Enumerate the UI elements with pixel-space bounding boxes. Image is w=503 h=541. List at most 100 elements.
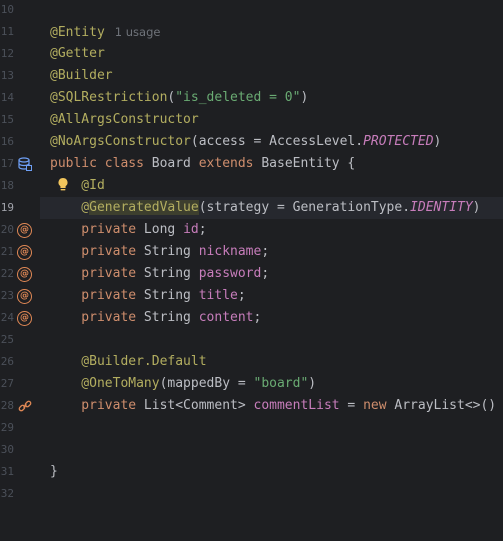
code-token: @Entity: [50, 25, 105, 40]
line-number: 18: [0, 179, 14, 192]
code-text: @NoArgsConstructor(access = AccessLevel.…: [50, 131, 441, 153]
code-line[interactable]: @SQLRestriction("is_deleted = 0"): [40, 87, 503, 109]
database-entity-icon[interactable]: [18, 157, 32, 171]
code-line[interactable]: [40, 439, 503, 461]
code-token: @Id: [50, 178, 105, 193]
code-line[interactable]: [40, 417, 503, 439]
code-token: IDENTITY: [410, 200, 473, 215]
line-number: 20: [0, 223, 14, 236]
code-line[interactable]: @NoArgsConstructor(access = AccessLevel.…: [40, 131, 503, 153]
column-field-icon[interactable]: @: [17, 310, 32, 326]
code-area[interactable]: @Entity 1 usage @Getter @Builder @SQLRestric…: [40, 0, 503, 541]
code-token: ): [300, 90, 309, 105]
code-token: (access = AccessLevel.: [190, 134, 364, 149]
editor-gutter[interactable]: 10 11 12 13 14 15 16 17 18 19 20 @21 @22 @23 @24 @25 26 2…: [0, 0, 40, 541]
code-line[interactable]: @Entity 1 usage: [40, 21, 503, 43]
usage-hint[interactable]: 1 usage: [115, 25, 161, 39]
code-line[interactable]: }: [40, 461, 503, 483]
column-field-icon[interactable]: @: [17, 244, 32, 260]
code-token: extends: [198, 156, 262, 171]
column-field-icon[interactable]: @: [17, 288, 32, 304]
code-token: ;: [261, 266, 270, 281]
code-line[interactable]: @Id: [40, 175, 503, 197]
code-token: String: [143, 310, 199, 325]
code-token: ): [308, 376, 317, 391]
line-number: 13: [0, 69, 14, 82]
code-token: PROTECTED: [363, 134, 434, 149]
code-token: password: [198, 266, 262, 281]
code-token: public class: [50, 156, 152, 171]
code-token: ;: [261, 244, 270, 259]
code-text: @Getter: [50, 43, 105, 65]
code-text: @Builder: [50, 65, 113, 87]
line-number: 15: [0, 113, 14, 126]
column-field-icon[interactable]: @: [17, 266, 32, 282]
code-line[interactable]: private String nickname;: [40, 241, 503, 263]
code-token: nickname: [198, 244, 262, 259]
code-token: String: [143, 288, 199, 303]
code-token: title: [198, 288, 238, 303]
code-line[interactable]: @AllArgsConstructor: [40, 109, 503, 131]
code-line[interactable]: private List<Comment> commentList = new …: [40, 395, 503, 417]
code-token: content: [198, 310, 254, 325]
code-token: (mappedBy =: [159, 376, 254, 391]
code-token: private: [50, 310, 144, 325]
code-text: @GeneratedValue(strategy = GenerationTyp…: [50, 197, 481, 219]
code-text: @Builder.Default: [50, 351, 206, 373]
code-token: GeneratedValue: [89, 200, 199, 215]
code-text: }: [50, 461, 58, 483]
code-token: private: [50, 266, 144, 281]
line-number: 30: [0, 443, 14, 456]
code-editor[interactable]: 10 11 12 13 14 15 16 17 18 19 20 @21 @22 @23 @24 @25 26 2…: [0, 0, 503, 541]
code-line[interactable]: public class Board extends BaseEntity {: [40, 153, 503, 175]
code-token: BaseEntity {: [261, 156, 356, 171]
code-token: new: [363, 398, 395, 413]
code-line[interactable]: [40, 329, 503, 351]
code-line[interactable]: @OneToMany(mappedBy = "board"): [40, 373, 503, 395]
code-token: ;: [198, 222, 207, 237]
code-token: private: [50, 222, 144, 237]
code-line[interactable]: private String title;: [40, 285, 503, 307]
code-token: Long: [143, 222, 184, 237]
code-text: private String password;: [50, 263, 269, 285]
code-token: "board": [253, 376, 309, 391]
code-token: id: [183, 222, 199, 237]
code-line[interactable]: [40, 0, 503, 21]
line-number: 29: [0, 421, 14, 434]
code-text: public class Board extends BaseEntity {: [50, 153, 355, 175]
code-token: private: [50, 244, 144, 259]
code-line[interactable]: [40, 483, 503, 505]
code-line[interactable]: private Long id;: [40, 219, 503, 241]
code-token: @Getter: [50, 46, 105, 61]
line-number: 10: [0, 3, 14, 16]
code-text: @SQLRestriction("is_deleted = 0"): [50, 87, 308, 109]
code-line[interactable]: @Builder.Default: [40, 351, 503, 373]
code-line[interactable]: private String password;: [40, 263, 503, 285]
code-token: @SQLRestriction: [50, 90, 168, 105]
code-token: commentList: [253, 398, 340, 413]
code-token: @Builder: [50, 68, 113, 83]
code-line[interactable]: private String content;: [40, 307, 503, 329]
line-number: 26: [0, 355, 14, 368]
code-line[interactable]: @Getter: [40, 43, 503, 65]
code-text: @Entity 1 usage: [50, 21, 160, 44]
code-token: String: [143, 266, 199, 281]
line-number: 25: [0, 333, 14, 346]
code-token: ArrayList<>(): [394, 398, 497, 413]
id-field-icon[interactable]: @: [17, 222, 32, 238]
line-number: 27: [0, 377, 14, 390]
code-text: @Id: [50, 175, 105, 197]
code-text: private Long id;: [50, 219, 207, 241]
line-number: 22: [0, 267, 14, 280]
code-token: Board: [151, 156, 199, 171]
line-number: 28: [0, 399, 14, 412]
code-line[interactable]: @Builder: [40, 65, 503, 87]
code-token: List<Comment>: [143, 398, 254, 413]
code-text: private List<Comment> commentList = new …: [50, 395, 496, 417]
relation-link-icon[interactable]: [18, 399, 32, 413]
code-token: private: [50, 288, 144, 303]
code-token: }: [50, 464, 58, 479]
line-number: 24: [0, 311, 14, 324]
code-text: private String content;: [50, 307, 261, 329]
code-line[interactable]: @GeneratedValue(strategy = GenerationTyp…: [40, 197, 503, 219]
